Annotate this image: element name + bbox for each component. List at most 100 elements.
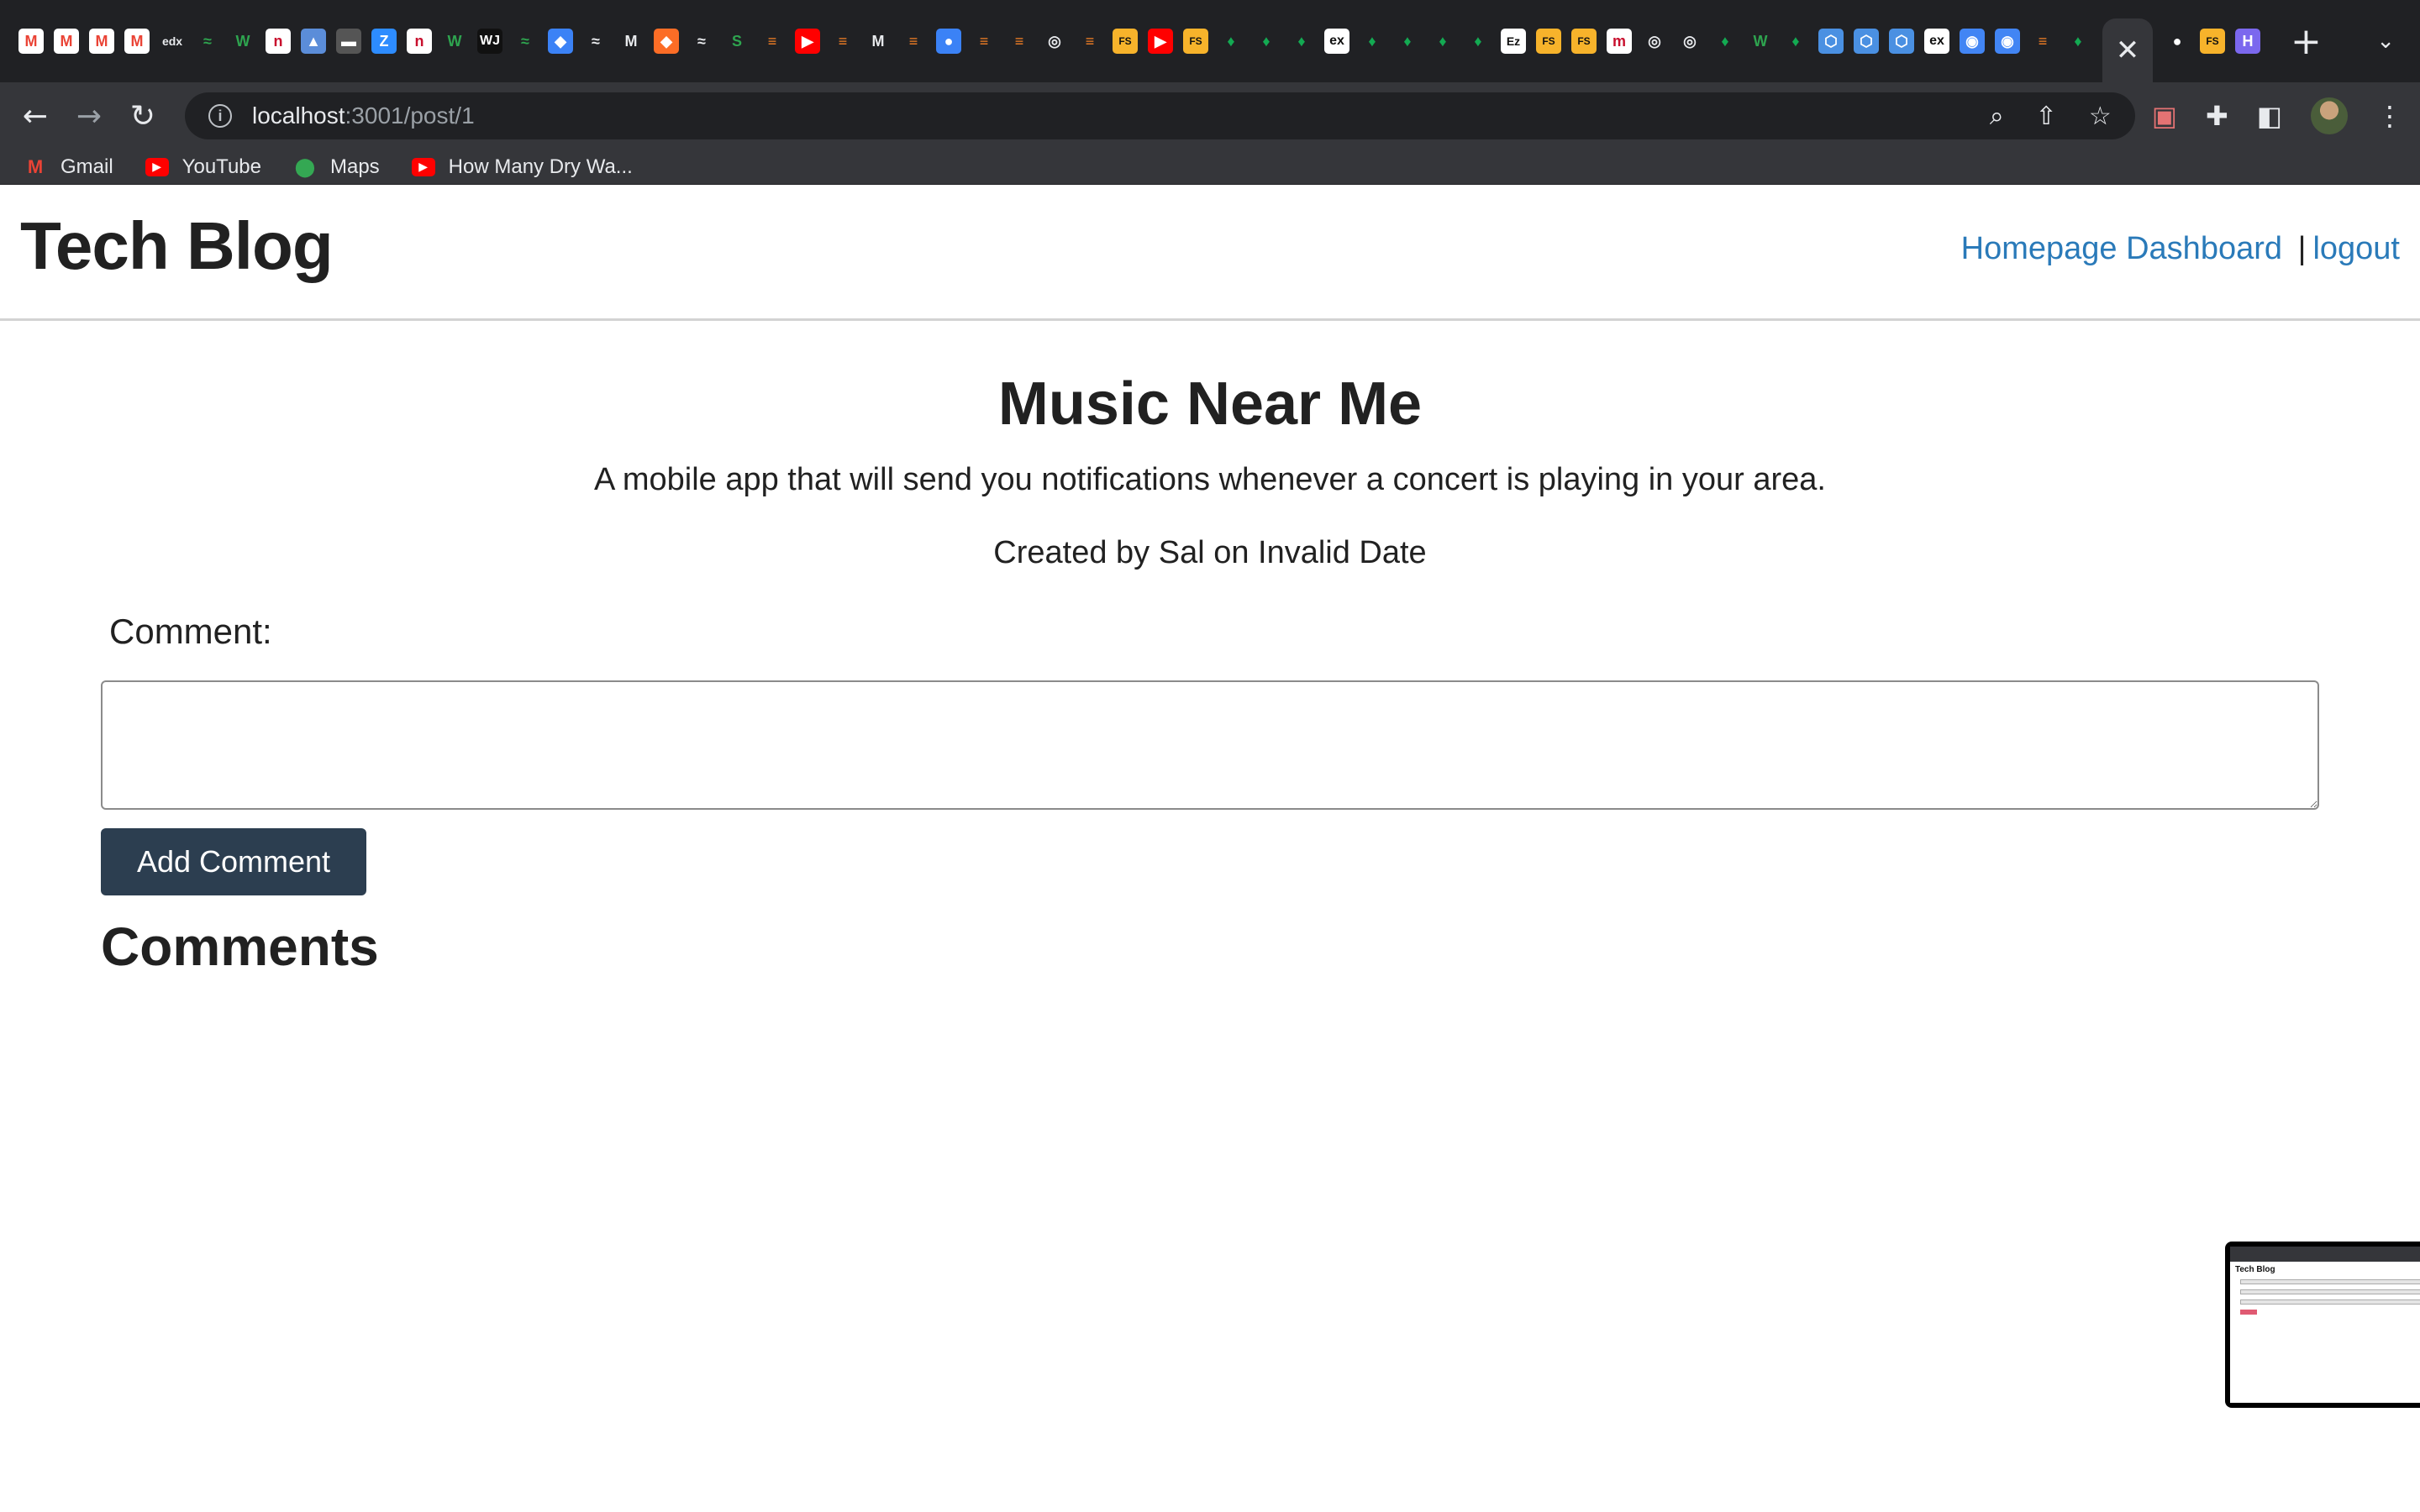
tab-strip: M M M M edx ≈ W n ▲ ▬ Z n W WJ ≈ ◆ ≈ M ◆… — [0, 0, 2420, 82]
comment-textarea[interactable] — [101, 680, 2319, 810]
tab-icon[interactable]: W — [1748, 29, 1773, 54]
github-tab-icon[interactable]: ● — [2165, 29, 2190, 54]
puzzle-icon[interactable]: ✚ — [2206, 100, 2228, 132]
tab-icon[interactable]: n — [266, 29, 291, 54]
gmail-tab-icon[interactable]: M — [54, 29, 79, 54]
back-arrow-icon[interactable]: ← — [17, 97, 54, 134]
mongodb-tab-icon[interactable]: ♦ — [1395, 29, 1420, 54]
chrome-tab-icon[interactable]: ◉ — [1960, 29, 1985, 54]
tab-icon[interactable]: S — [724, 29, 750, 54]
star-icon[interactable]: ☆ — [2089, 102, 2112, 131]
close-icon[interactable]: ✕ — [2102, 18, 2153, 82]
add-comment-button[interactable]: Add Comment — [101, 828, 366, 895]
chrome-tab-icon[interactable]: ◉ — [1995, 29, 2020, 54]
gmail-tab-icon[interactable]: M — [124, 29, 150, 54]
globe-tab-icon[interactable]: ◎ — [1042, 29, 1067, 54]
share-icon[interactable]: ⇧ — [2036, 102, 2057, 131]
stackoverflow-tab-icon[interactable]: ≡ — [971, 29, 997, 54]
dashboard-link[interactable]: Dashboard — [2126, 231, 2282, 266]
gmail-tab-icon[interactable]: M — [89, 29, 114, 54]
tab-icon[interactable]: ex — [1924, 29, 1949, 54]
bookmark-youtube[interactable]: ▶ YouTube — [145, 155, 261, 179]
mongodb-tab-icon[interactable]: ♦ — [1360, 29, 1385, 54]
bookmark-maps[interactable]: ⬤ Maps — [293, 155, 380, 179]
gmail-icon: M — [27, 155, 44, 177]
edx-tab-icon[interactable]: edx — [160, 29, 185, 54]
tab-icon[interactable]: FS — [1536, 29, 1561, 54]
maps-icon: ⬤ — [294, 155, 316, 177]
tab-icon[interactable]: W — [230, 29, 255, 54]
thumbnail-line — [2240, 1279, 2420, 1284]
tab-icon[interactable]: H — [2235, 29, 2260, 54]
mongodb-tab-icon[interactable]: ♦ — [1465, 29, 1491, 54]
new-tab-icon[interactable]: + — [2291, 20, 2322, 63]
tab-icon[interactable]: M — [865, 29, 891, 54]
post: Music Near Me A mobile app that will sen… — [0, 370, 2420, 571]
mongodb-tab-icon[interactable]: ♦ — [1783, 29, 1808, 54]
stackoverflow-tab-icon[interactable]: ≡ — [760, 29, 785, 54]
tab-icon[interactable]: WJ — [477, 29, 502, 54]
globe-tab-icon[interactable]: ◎ — [1642, 29, 1667, 54]
stackoverflow-tab-icon[interactable]: ≡ — [2030, 29, 2055, 54]
mongodb-tab-icon[interactable]: ♦ — [1289, 29, 1314, 54]
tab-icon[interactable]: ◆ — [548, 29, 573, 54]
mongodb-tab-icon[interactable]: ♦ — [1254, 29, 1279, 54]
main-content: Music Near Me A mobile app that will sen… — [0, 370, 2420, 978]
tab-favicons: M M M M edx ≈ W n ▲ ▬ Z n W WJ ≈ ◆ ≈ M ◆… — [13, 0, 2265, 82]
tab-icon[interactable]: ex — [1324, 29, 1349, 54]
tab-icon[interactable]: ⬡ — [1854, 29, 1879, 54]
url-host: localhost — [252, 102, 345, 129]
tab-icon[interactable]: M — [618, 29, 644, 54]
zoom-tab-icon[interactable]: Z — [371, 29, 397, 54]
tab-icon[interactable]: ≈ — [689, 29, 714, 54]
site-header: Tech Blog Homepage Dashboard | logout — [0, 185, 2420, 321]
address-bar[interactable]: i localhost:3001/post/1 ⌕ ⇧ ☆ — [185, 92, 2135, 139]
mongodb-tab-icon[interactable]: ♦ — [2065, 29, 2091, 54]
info-icon[interactable]: i — [208, 104, 232, 128]
mongodb-tab-icon[interactable]: ♦ — [1218, 29, 1244, 54]
tab-icon[interactable]: W — [442, 29, 467, 54]
tab-icon[interactable]: FS — [2200, 29, 2225, 54]
stackoverflow-tab-icon[interactable]: ≡ — [1007, 29, 1032, 54]
gmail-tab-icon[interactable]: M — [18, 29, 44, 54]
tab-icon[interactable]: ▬ — [336, 29, 361, 54]
youtube-tab-icon[interactable]: ▶ — [1148, 29, 1173, 54]
bookmark-video[interactable]: ▶ How Many Dry Wa... — [411, 155, 633, 179]
reload-icon[interactable]: ↻ — [124, 97, 161, 134]
tab-icon[interactable]: ⬡ — [1889, 29, 1914, 54]
tab-icon[interactable]: ▲ — [301, 29, 326, 54]
tab-icon[interactable]: Ez — [1501, 29, 1526, 54]
globe-tab-icon[interactable]: ◎ — [1677, 29, 1702, 54]
extension-icon[interactable]: ▣ — [2152, 100, 2177, 132]
tab-icon[interactable]: FS — [1571, 29, 1597, 54]
tab-icon[interactable]: ● — [936, 29, 961, 54]
tab-icon[interactable]: ⬡ — [1818, 29, 1844, 54]
screenshot-thumbnail[interactable]: Tech Blog — [2225, 1242, 2420, 1408]
bookmark-gmail[interactable]: M Gmail — [24, 155, 113, 179]
tab-icon[interactable]: n — [407, 29, 432, 54]
tab-icon[interactable]: FS — [1183, 29, 1208, 54]
tab-icon[interactable]: ≈ — [583, 29, 608, 54]
menu-icon[interactable]: ⋮ — [2376, 100, 2403, 132]
logout-link[interactable]: logout — [2312, 231, 2400, 266]
tab-icon[interactable]: ≈ — [195, 29, 220, 54]
stackoverflow-tab-icon[interactable]: ≡ — [901, 29, 926, 54]
sidebar-icon[interactable]: ◧ — [2257, 100, 2282, 132]
youtube-tab-icon[interactable]: ▶ — [795, 29, 820, 54]
zoom-icon[interactable]: ⌕ — [1990, 102, 2004, 131]
stackoverflow-tab-icon[interactable]: ≡ — [1077, 29, 1102, 54]
homepage-link[interactable]: Homepage — [1961, 231, 2118, 266]
gitlab-tab-icon[interactable]: ◆ — [654, 29, 679, 54]
mongodb-tab-icon[interactable]: ♦ — [1430, 29, 1455, 54]
tab-icon[interactable]: ≈ — [513, 29, 538, 54]
tab-icon[interactable]: FS — [1113, 29, 1138, 54]
mongodb-tab-icon[interactable]: ♦ — [1712, 29, 1738, 54]
browser-chrome: M M M M edx ≈ W n ▲ ▬ Z n W WJ ≈ ◆ ≈ M ◆… — [0, 0, 2420, 185]
tab-icon[interactable]: m — [1607, 29, 1632, 54]
extensions-area: ▣ ✚ ◧ ⋮ — [2152, 97, 2403, 134]
avatar[interactable] — [2311, 97, 2348, 134]
bookmarks-bar: M Gmail ▶ YouTube ⬤ Maps ▶ How Many Dry … — [0, 150, 2420, 185]
stackoverflow-tab-icon[interactable]: ≡ — [830, 29, 855, 54]
chevron-down-icon[interactable]: ⌄ — [2376, 29, 2395, 54]
forward-arrow-icon[interactable]: → — [71, 97, 108, 134]
